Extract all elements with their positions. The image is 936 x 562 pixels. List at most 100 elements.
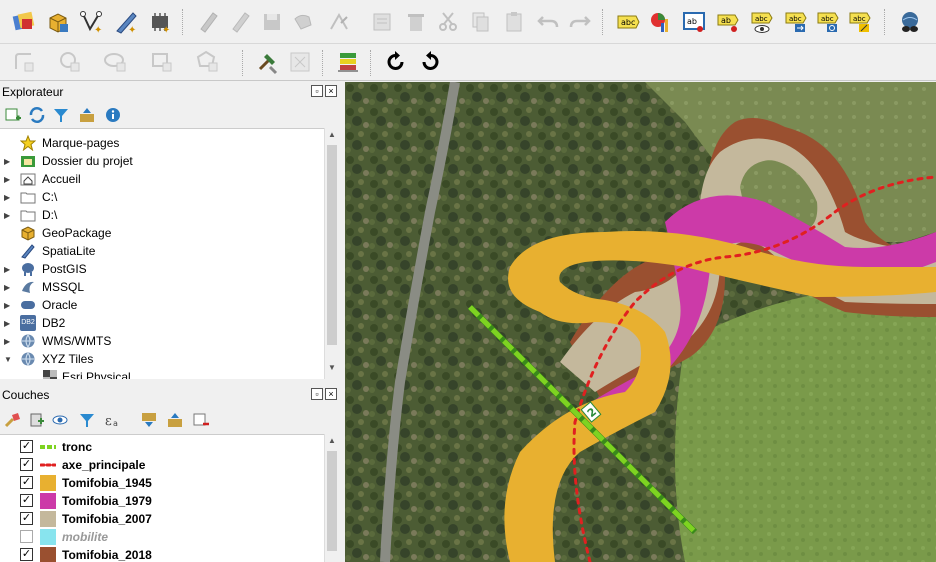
add-layer-icon[interactable] — [4, 106, 22, 124]
delete-selected-icon[interactable] — [402, 8, 430, 36]
copy-features-icon[interactable] — [466, 8, 494, 36]
save-edits-icon[interactable] — [258, 8, 286, 36]
layer-row-tomifobia-2007[interactable]: ✓ Tomifobia_2007 — [0, 510, 324, 528]
float-panel-icon[interactable]: ▫ — [311, 388, 323, 400]
pin-unpin-labels-icon[interactable]: ab — [714, 8, 742, 36]
explorer-item-geopackage[interactable]: GeoPackage — [0, 224, 324, 242]
float-panel-icon[interactable]: ▫ — [311, 85, 323, 97]
expand-arrow-icon[interactable]: ▶ — [4, 175, 12, 184]
vertex-tool-icon[interactable] — [326, 8, 354, 36]
layer-row-tronc[interactable]: ✓ tronc — [0, 438, 324, 456]
explorer-item-wms-wmts[interactable]: ▶ WMS/WMTS — [0, 332, 324, 350]
info-icon[interactable] — [104, 106, 122, 124]
digitize-segment-icon[interactable] — [10, 48, 38, 76]
current-edits-icon[interactable] — [194, 8, 222, 36]
redo-icon[interactable] — [566, 8, 594, 36]
explorer-item-oracle[interactable]: ▶ Oracle — [0, 296, 324, 314]
scrollbar-thumb[interactable] — [327, 451, 337, 551]
scroll-down-arrow-icon[interactable]: ▼ — [325, 363, 339, 377]
layer-row-tomifobia-1979[interactable]: ✓ Tomifobia_1979 — [0, 492, 324, 510]
add-rectangle-icon[interactable] — [148, 48, 176, 76]
scrollbar-thumb[interactable] — [327, 145, 337, 345]
refresh-icon[interactable] — [28, 106, 46, 124]
add-circle-icon[interactable] — [56, 48, 84, 76]
layer-visibility-checkbox[interactable]: ✓ — [20, 548, 33, 561]
new-shapefile-layer-icon[interactable]: ✦ — [78, 8, 106, 36]
layer-row-axe-principale[interactable]: ✓ axe_principale — [0, 456, 324, 474]
expand-arrow-icon[interactable]: ▶ — [4, 319, 12, 328]
layer-diagram-icon[interactable] — [646, 8, 674, 36]
explorer-scrollbar[interactable]: ▲ ▼ — [324, 128, 338, 379]
add-feature-icon[interactable] — [290, 8, 318, 36]
explorer-item-xyz-tiles[interactable]: ▼ XYZ Tiles — [0, 350, 324, 368]
explorer-item-db2[interactable]: ▶ DB2 DB2 — [0, 314, 324, 332]
expand-all-icon[interactable] — [140, 411, 158, 429]
processing-toolbox-icon[interactable] — [254, 48, 282, 76]
layer-visibility-checkbox[interactable] — [20, 530, 33, 543]
manage-visibility-icon[interactable] — [52, 411, 70, 429]
explorer-item-drive-d[interactable]: ▶ D:\ — [0, 206, 324, 224]
change-label-icon[interactable]: abc — [846, 8, 874, 36]
filter-icon[interactable] — [52, 106, 70, 124]
explorer-item-project-folder[interactable]: ▶ Dossier du projet — [0, 152, 324, 170]
add-regular-polygon-icon[interactable] — [194, 48, 222, 76]
expand-arrow-icon[interactable]: ▶ — [4, 193, 12, 202]
rotate-label-icon[interactable]: abc — [814, 8, 842, 36]
explorer-item-bookmarks[interactable]: Marque-pages — [0, 134, 324, 152]
add-ellipse-icon[interactable] — [102, 48, 130, 76]
layer-visibility-checkbox[interactable]: ✓ — [20, 458, 33, 471]
explorer-item-spatialite[interactable]: SpatiaLite — [0, 242, 324, 260]
layer-row-tomifobia-2018[interactable]: ✓ Tomifobia_2018 — [0, 546, 324, 562]
expand-arrow-icon[interactable]: ▶ — [4, 157, 12, 166]
cut-features-icon[interactable] — [434, 8, 462, 36]
new-spatialite-layer-icon[interactable]: ✦ — [112, 8, 140, 36]
layer-styling-icon[interactable] — [4, 411, 22, 429]
map-canvas[interactable]: 2 — [345, 82, 936, 562]
show-hide-labels-icon[interactable]: abc — [748, 8, 776, 36]
layer-visibility-checkbox[interactable]: ✓ — [20, 494, 33, 507]
close-panel-icon[interactable]: × — [325, 388, 337, 400]
close-panel-icon[interactable]: × — [325, 85, 337, 97]
filter-expression-icon[interactable]: εa — [104, 411, 122, 429]
collapse-all-icon[interactable] — [78, 106, 96, 124]
toggle-editing-icon[interactable] — [226, 8, 254, 36]
layer-row-mobilite[interactable]: mobilite — [0, 528, 324, 546]
rotate-clockwise-icon[interactable] — [382, 48, 410, 76]
profile-tool-icon[interactable] — [334, 48, 362, 76]
expand-arrow-icon[interactable]: ▶ — [4, 265, 12, 274]
layer-visibility-checkbox[interactable]: ✓ — [20, 476, 33, 489]
expand-arrow-icon[interactable]: ▶ — [4, 337, 12, 346]
move-label-icon[interactable]: abc — [782, 8, 810, 36]
collapse-arrow-icon[interactable]: ▼ — [4, 355, 12, 364]
layer-visibility-checkbox[interactable]: ✓ — [20, 440, 33, 453]
layer-visibility-checkbox[interactable]: ✓ — [20, 512, 33, 525]
layers-tree: ✓ tronc ✓ axe_principale ✓ Tomifobia_194… — [0, 434, 324, 562]
explorer-item-postgis[interactable]: ▶ PostGIS — [0, 260, 324, 278]
collapse-all-layers-icon[interactable] — [166, 411, 184, 429]
highlight-pinned-labels-icon[interactable]: ab — [680, 8, 708, 36]
new-virtual-layer-icon[interactable]: ✦ — [146, 8, 174, 36]
paste-features-icon[interactable] — [500, 8, 528, 36]
open-data-source-manager-icon[interactable] — [10, 8, 38, 36]
new-geopackage-layer-icon[interactable] — [44, 8, 72, 36]
layers-scrollbar[interactable]: ▲ — [324, 434, 338, 562]
expand-arrow-icon[interactable]: ▶ — [4, 301, 12, 310]
undo-icon[interactable] — [534, 8, 562, 36]
explorer-item-home[interactable]: ▶ Accueil — [0, 170, 324, 188]
explorer-item-esri-physical[interactable]: Esri Physical — [0, 368, 324, 379]
layer-labeling-icon[interactable]: abc — [614, 8, 642, 36]
rotate-counterclockwise-icon[interactable] — [416, 48, 444, 76]
remove-layer-icon[interactable] — [192, 411, 210, 429]
expand-arrow-icon[interactable]: ▶ — [4, 211, 12, 220]
explorer-item-drive-c[interactable]: ▶ C:\ — [0, 188, 324, 206]
expand-arrow-icon[interactable]: ▶ — [4, 283, 12, 292]
scroll-up-arrow-icon[interactable]: ▲ — [325, 130, 339, 144]
scroll-up-arrow-icon[interactable]: ▲ — [325, 436, 339, 450]
explorer-item-mssql[interactable]: ▶ MSSQL — [0, 278, 324, 296]
model-designer-icon[interactable] — [286, 48, 314, 76]
modify-attributes-icon[interactable] — [368, 8, 396, 36]
filter-legend-icon[interactable] — [78, 411, 96, 429]
add-group-icon[interactable] — [28, 411, 46, 429]
plugin-globe-icon[interactable] — [896, 8, 924, 36]
layer-row-tomifobia-1945[interactable]: ✓ Tomifobia_1945 — [0, 474, 324, 492]
